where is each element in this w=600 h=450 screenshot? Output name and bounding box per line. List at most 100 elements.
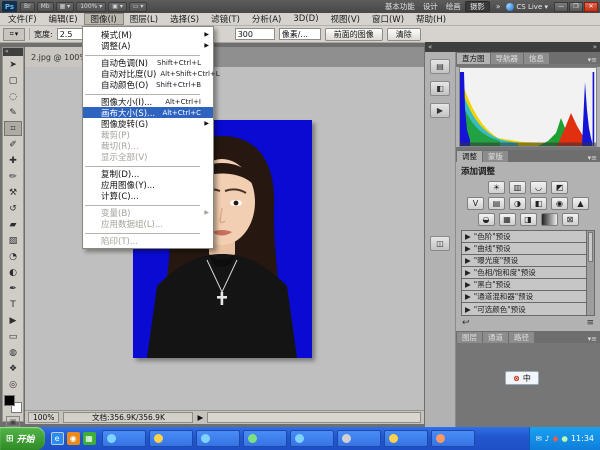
tab-info[interactable]: 信息	[524, 53, 549, 64]
menu-item-apply-image[interactable]: 应用图像(Y)...	[83, 179, 213, 190]
menu-select[interactable]: 选择(S)	[164, 13, 205, 25]
bridge-icon[interactable]: Br	[20, 2, 35, 12]
brush-tool[interactable]: ✏	[4, 169, 22, 184]
eyedropper-tool[interactable]: ✐	[4, 137, 22, 152]
task-button-8[interactable]	[431, 430, 475, 447]
quicklaunch-icon-1[interactable]: e	[51, 432, 64, 445]
return-to-adjustment-list-icon[interactable]: ↩	[462, 318, 470, 328]
tray-icon-2[interactable]: ♪	[545, 434, 550, 443]
workspace-painting[interactable]: 绘画	[442, 1, 465, 12]
tray-icon-4[interactable]: ●	[561, 434, 568, 443]
gradient-map-icon[interactable]	[541, 213, 558, 226]
minimize-button[interactable]: —	[554, 2, 568, 12]
task-button-6[interactable]	[337, 430, 381, 447]
channel-mixer-icon[interactable]: ▲	[572, 197, 589, 210]
tray-icon-3[interactable]: ◆	[553, 434, 559, 443]
status-options-arrow-icon[interactable]: ▶	[197, 413, 203, 422]
marquee-tool[interactable]: ▢	[4, 73, 22, 88]
menu-layer[interactable]: 图层(L)	[124, 13, 164, 25]
preset-levels[interactable]: ▶ "色阶"预设	[462, 231, 586, 243]
menu-filter[interactable]: 滤镜(T)	[205, 13, 246, 25]
photo-filter-icon[interactable]: ◉	[551, 197, 568, 210]
tray-icon-1[interactable]: ✉	[536, 434, 542, 443]
arrange-documents-icon[interactable]: ▣ ▾	[108, 2, 127, 12]
collapsed-panel-icon-2[interactable]: ◧	[430, 81, 450, 96]
blur-tool[interactable]: ◔	[4, 249, 22, 264]
rectangle-tool[interactable]: ▭	[4, 329, 22, 344]
menu-item-crop[interactable]: 裁剪(P)	[83, 129, 213, 140]
menu-view[interactable]: 视图(V)	[325, 13, 366, 25]
screen-mode-icon[interactable]: ▭ ▾	[129, 2, 148, 12]
menu-item[interactable]	[85, 202, 211, 206]
expanded-view-icon[interactable]: ≡	[586, 318, 594, 328]
collapsed-panel-icon-3[interactable]: ▶	[430, 103, 450, 118]
resolution-input[interactable]: 300	[235, 28, 275, 40]
hue-saturation-icon[interactable]: ▤	[488, 197, 505, 210]
black-white-icon[interactable]: ◧	[530, 197, 547, 210]
3d-rotate-tool[interactable]: ◍	[4, 345, 22, 360]
menu-help[interactable]: 帮助(H)	[410, 13, 452, 25]
menu-item[interactable]	[85, 163, 211, 167]
task-button-3[interactable]	[196, 430, 240, 447]
lasso-tool[interactable]: ◌	[4, 89, 22, 104]
expand-dock-icon[interactable]: »	[593, 43, 597, 51]
vibrance-icon[interactable]: V	[467, 197, 484, 210]
zoom-level-field[interactable]: 100%	[28, 412, 59, 423]
menu-item-trim[interactable]: 裁切(R)...	[83, 140, 213, 151]
menu-item-auto-contrast[interactable]: 自动对比度(U) Alt+Shift+Ctrl+L	[83, 68, 213, 79]
tab-masks[interactable]: 蒙版	[483, 151, 508, 162]
workspace-photography[interactable]: 摄影	[465, 1, 490, 12]
brightness-contrast-icon[interactable]: ☀	[488, 181, 505, 194]
tab-layers[interactable]: 图层	[457, 332, 482, 343]
menu-item-auto-color[interactable]: 自动颜色(O) Shift+Ctrl+B	[83, 79, 213, 90]
preset-selective-color[interactable]: ▶ "可选颜色"预设	[462, 303, 586, 315]
menu-edit[interactable]: 编辑(E)	[43, 13, 84, 25]
quick-selection-tool[interactable]: ✎	[4, 105, 22, 120]
preset-curves[interactable]: ▶ "曲线"预设	[462, 243, 586, 255]
menu-item-canvas-size[interactable]: 画布大小(S)... Alt+Ctrl+C	[83, 107, 213, 118]
history-brush-tool[interactable]: ↺	[4, 201, 22, 216]
workspace-design[interactable]: 设计	[419, 1, 442, 12]
dodge-tool[interactable]: ◐	[4, 265, 22, 280]
clear-button[interactable]: 清除	[387, 28, 421, 41]
preset-exposure[interactable]: ▶ "曝光度"预设	[462, 255, 586, 267]
menu-analysis[interactable]: 分析(A)	[246, 13, 287, 25]
pen-tool[interactable]: ✒	[4, 281, 22, 296]
cs-live-button[interactable]: CS Live ▾	[506, 3, 548, 11]
menu-file[interactable]: 文件(F)	[2, 13, 43, 25]
presets-scrollbar[interactable]	[586, 231, 594, 315]
threshold-icon[interactable]: ◨	[520, 213, 537, 226]
menu-item[interactable]	[85, 91, 211, 95]
eraser-tool[interactable]: ▰	[4, 217, 22, 232]
path-selection-tool[interactable]: ▶	[4, 313, 22, 328]
restore-button[interactable]: ❐	[569, 2, 583, 12]
menu-item-duplicate[interactable]: 复制(D)...	[83, 168, 213, 179]
workspace-essentials[interactable]: 基本功能	[381, 1, 419, 12]
zoom-level-dropdown[interactable]: 100% ▾	[76, 2, 106, 12]
quicklaunch-icon-2[interactable]: ◉	[67, 432, 80, 445]
menu-item-apply-data-set[interactable]: 应用数据组(L)...	[83, 218, 213, 229]
healing-brush-tool[interactable]: ✚	[4, 153, 22, 168]
mini-bridge-icon[interactable]: Mb	[37, 2, 54, 12]
menu-item-image-rotation[interactable]: 图像旋转(G) ▶	[83, 118, 213, 129]
exposure-icon[interactable]: ◩	[551, 181, 568, 194]
close-button[interactable]: ✕	[584, 2, 598, 12]
curves-icon[interactable]: ◡	[530, 181, 547, 194]
panel-menu-icon[interactable]: ▾≡	[588, 154, 599, 162]
ime-indicator[interactable]: ⊗ 中	[505, 371, 539, 385]
menu-item[interactable]	[85, 52, 211, 56]
preset-black-white[interactable]: ▶ "黑白"预设	[462, 279, 586, 291]
menu-image[interactable]: 图像(I)	[84, 13, 124, 25]
collapsed-panel-icon-1[interactable]: ▤	[430, 59, 450, 74]
menu-item-adjustments[interactable]: 调整(A) ▶	[83, 40, 213, 51]
hand-tool[interactable]: ❖	[4, 361, 22, 376]
menu-3d[interactable]: 3D(D)	[287, 13, 324, 25]
crop-tool[interactable]: ⌗	[4, 121, 22, 136]
quicklaunch-icon-3[interactable]: ▦	[83, 432, 96, 445]
gradient-tool[interactable]: ▨	[4, 233, 22, 248]
crop-tool-preset-button[interactable]: ⌗ ▾	[3, 28, 25, 41]
front-image-button[interactable]: 前面的图像	[325, 28, 383, 41]
task-button-1[interactable]	[102, 430, 146, 447]
menu-item-image-size[interactable]: 图像大小(I)... Alt+Ctrl+I	[83, 96, 213, 107]
type-tool[interactable]: T	[4, 297, 22, 312]
